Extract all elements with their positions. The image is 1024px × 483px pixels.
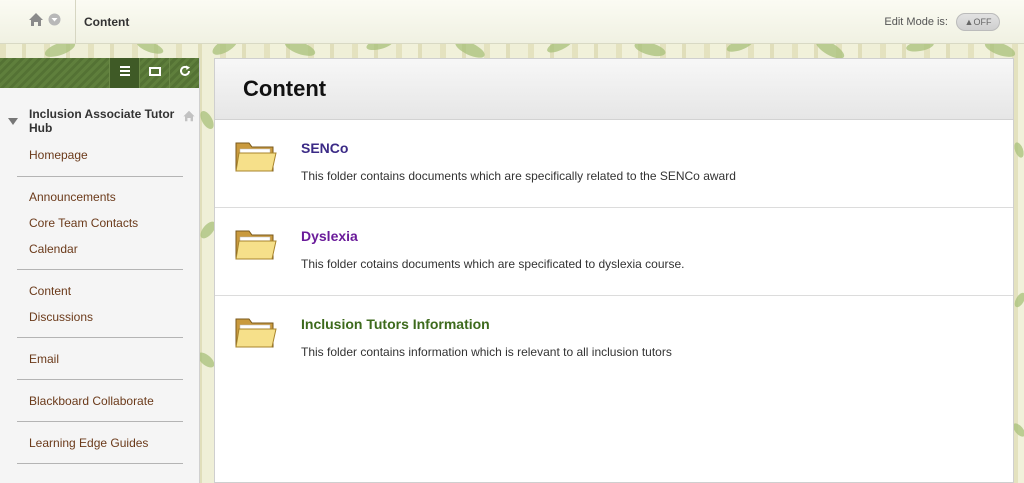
folder-icon[interactable] (235, 139, 277, 178)
breadcrumb-current: Content (84, 15, 130, 29)
menu-divider (17, 176, 183, 177)
content-panel: Content SENCo This folder contains docum… (214, 58, 1014, 483)
list-icon (119, 64, 131, 82)
refresh-icon (179, 64, 191, 82)
refresh-button[interactable] (169, 58, 199, 88)
course-home-icon[interactable] (182, 109, 196, 127)
menu-item-homepage[interactable]: Homepage (29, 148, 88, 162)
menu-item-calendar[interactable]: Calendar (29, 242, 78, 256)
folder-view-button[interactable] (139, 58, 169, 88)
chevron-down-icon[interactable] (48, 13, 61, 31)
content-item-dyslexia: Dyslexia This folder cotains documents w… (215, 207, 1013, 296)
content-header: Content (215, 59, 1013, 120)
menu-item-announcements[interactable]: Announcements (29, 190, 116, 204)
menu-item-content[interactable]: Content (29, 284, 71, 298)
edit-mode-label: Edit Mode is: (884, 16, 948, 28)
folder-icon[interactable] (235, 227, 277, 266)
menu-divider (17, 337, 183, 338)
list-view-button[interactable] (109, 58, 139, 88)
folder-view-icon (148, 64, 162, 82)
course-menu: Inclusion Associate Tutor Hub Homepage A… (0, 58, 200, 483)
content-item-senco: SENCo This folder contains documents whi… (215, 119, 1013, 208)
item-title[interactable]: SENCo (301, 140, 348, 156)
menu-item-blackboard-collaborate[interactable]: Blackboard Collaborate (29, 394, 154, 408)
folder-icon[interactable] (235, 315, 277, 354)
page-title: Content (243, 76, 327, 101)
item-title[interactable]: Dyslexia (301, 228, 358, 244)
menu-item-email[interactable]: Email (29, 352, 59, 366)
collapse-triangle-icon[interactable] (8, 112, 18, 130)
course-menu-tools (109, 58, 199, 88)
home-icon[interactable] (28, 12, 44, 32)
item-description: This folder contains information which i… (301, 345, 672, 359)
item-description: This folder contains documents which are… (301, 169, 736, 183)
menu-divider (17, 463, 183, 464)
item-title[interactable]: Inclusion Tutors Information (301, 316, 490, 332)
menu-item-learning-edge-guides[interactable]: Learning Edge Guides (29, 436, 148, 450)
edit-mode-state: OFF (973, 17, 992, 27)
breadcrumb-bar: Content Edit Mode is: ▲OFF (0, 0, 1024, 44)
menu-divider (17, 269, 183, 270)
menu-item-discussions[interactable]: Discussions (29, 310, 93, 324)
home-menu[interactable] (20, 0, 76, 44)
course-title[interactable]: Inclusion Associate Tutor Hub (29, 107, 175, 135)
menu-item-core-team-contacts[interactable]: Core Team Contacts (29, 216, 138, 230)
menu-divider (17, 421, 183, 422)
course-menu-header (0, 58, 199, 88)
content-item-inclusion-tutors-information: Inclusion Tutors Information This folder… (215, 295, 1013, 383)
menu-divider (17, 379, 183, 380)
item-description: This folder cotains documents which are … (301, 257, 685, 271)
edit-mode-toggle[interactable]: ▲OFF (956, 13, 1000, 31)
